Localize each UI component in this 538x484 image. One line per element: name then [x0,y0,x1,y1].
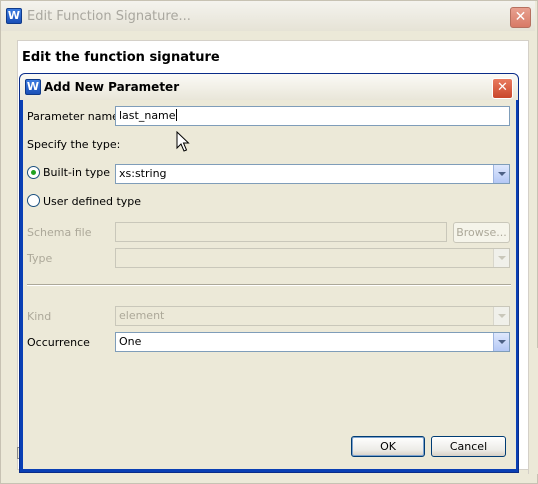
app-logo-icon: W [6,8,22,24]
text-caret [175,109,177,121]
outer-close-button[interactable]: ✕ [510,7,531,28]
occurrence-label: Occurrence [27,336,90,349]
schema-file-input [115,222,447,242]
dropdown-arrow-button[interactable] [493,333,509,351]
cancel-button[interactable]: Cancel [431,436,506,457]
dropdown-arrow-button [493,249,509,267]
kind-value: element [119,309,165,322]
mouse-pointer-icon [176,131,190,152]
chevron-down-icon [498,314,506,318]
parameter-name-input[interactable]: last_name [115,106,510,126]
chevron-down-icon [498,256,506,260]
builtin-type-value: xs:string [119,167,167,180]
builtin-type-radio[interactable] [27,166,40,179]
occurrence-dropdown[interactable]: One [115,332,510,352]
radio-selected-dot [31,170,36,175]
outer-heading: Edit the function signature [22,50,220,65]
schema-file-label: Schema file [27,226,92,239]
close-icon: ✕ [497,80,508,95]
parameter-name-label: Parameter name: [27,110,123,123]
outer-window-title: Edit Function Signature... [27,9,191,24]
close-icon: ✕ [514,9,527,25]
kind-dropdown: element [115,306,510,326]
specify-type-label: Specify the type: [27,138,121,151]
occurrence-value: One [119,335,142,348]
dialog-close-button[interactable]: ✕ [492,78,513,99]
type-dropdown [115,248,510,268]
outer-edge [528,348,538,474]
parameter-name-value: last_name [119,109,176,122]
browse-button: Browse... [453,222,510,243]
ok-button[interactable]: OK [351,436,425,457]
dropdown-arrow-button[interactable] [493,165,509,183]
builtin-type-dropdown[interactable]: xs:string [115,164,510,184]
builtin-type-label[interactable]: Built-in type [43,166,110,179]
kind-label: Kind [27,310,52,323]
dropdown-arrow-button [493,307,509,325]
app-logo-icon: W [25,79,41,95]
user-defined-type-label[interactable]: User defined type [43,195,141,208]
user-defined-type-radio[interactable] [27,194,40,207]
separator [27,284,511,286]
type-label: Type [27,252,53,265]
dialog-title: Add New Parameter [44,80,180,94]
chevron-down-icon [498,172,506,176]
chevron-down-icon [498,340,506,344]
